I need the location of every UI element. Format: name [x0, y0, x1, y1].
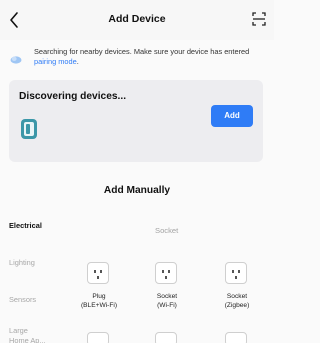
device-protocol: (Zigbee)	[224, 302, 250, 309]
device-tile-plug-ble-wifi[interactable]: Plug (BLE+Wi-Fi)	[71, 262, 127, 322]
sidebar-item-lighting[interactable]: Lighting	[9, 258, 35, 268]
scan-icon[interactable]	[252, 11, 266, 27]
device-protocol: (Wi-Fi)	[157, 302, 177, 309]
outlet-icon[interactable]	[155, 332, 177, 343]
notice-text-body: Searching for nearby devices. Make sure …	[34, 47, 250, 56]
search-notice: Searching for nearby devices. Make sure …	[10, 47, 266, 73]
socket-group-label: Socket	[155, 226, 179, 235]
device-protocol: (BLE+Wi-Fi)	[80, 302, 118, 309]
notice-text-end: .	[76, 57, 79, 66]
add-button[interactable]: Add	[211, 105, 253, 127]
outlet-icon[interactable]	[87, 332, 109, 343]
discovering-title: Discovering devices...	[19, 91, 127, 102]
device-icon	[21, 119, 37, 139]
device-tile-socket-zigbee[interactable]: Socket (Zigbee)	[209, 262, 265, 322]
add-manually-title: Add Manually	[103, 185, 171, 196]
outlet-icon	[155, 262, 177, 284]
device-name: Socket	[226, 293, 248, 300]
cloud-icon	[10, 56, 22, 64]
device-name: Socket	[156, 293, 178, 300]
notice-text: Searching for nearby devices. Make sure …	[34, 47, 264, 67]
device-tile-socket-wifi[interactable]: Socket (Wi-Fi)	[139, 262, 195, 322]
page-title: Add Device	[108, 13, 166, 25]
device-name: Plug	[92, 293, 106, 300]
outlet-icon	[225, 262, 247, 284]
sidebar-item-sensors[interactable]: Sensors	[9, 295, 36, 305]
sidebar-item-electrical[interactable]: Electrical	[9, 221, 42, 231]
sidebar-item-large-home-appliances[interactable]: Large Home Ap...	[9, 326, 49, 343]
outlet-icon[interactable]	[225, 332, 247, 343]
discovering-card: Discovering devices... Add	[9, 80, 263, 162]
outlet-icon	[87, 262, 109, 284]
pairing-mode-link[interactable]: pairing mode	[34, 57, 77, 66]
top-bar: Add Device	[0, 0, 274, 40]
